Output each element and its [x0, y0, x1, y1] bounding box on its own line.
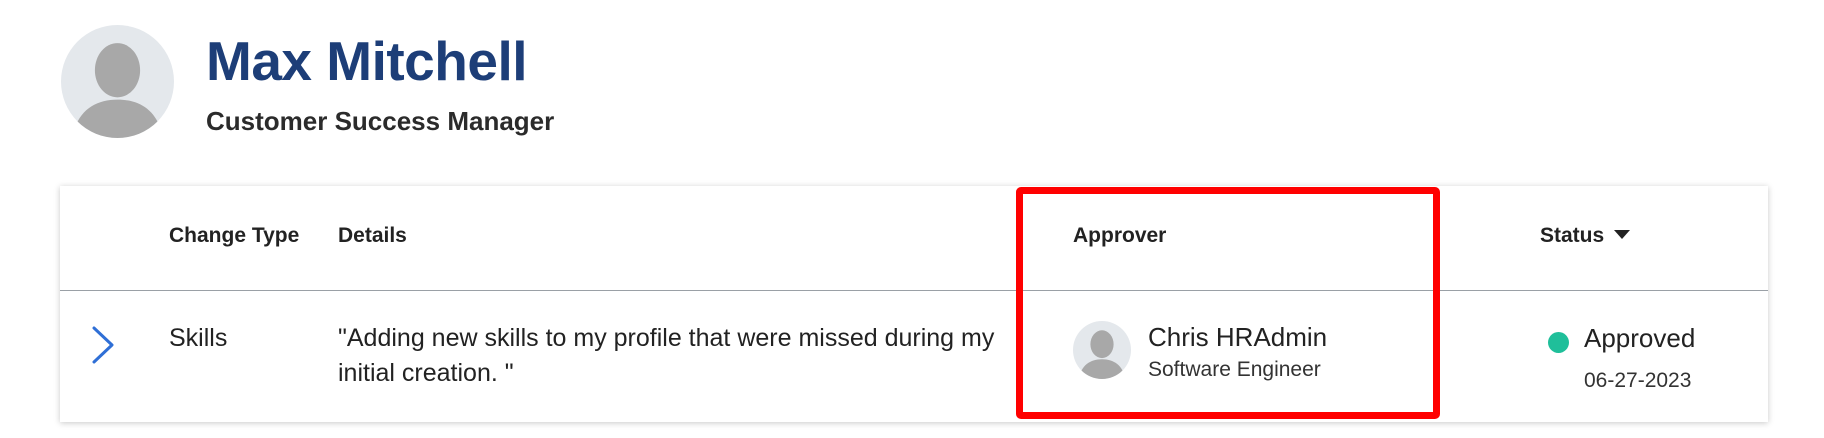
column-header-change-type: Change Type: [169, 224, 300, 247]
cell-details: "Adding new skills to my profile that we…: [338, 324, 995, 387]
approver-avatar: [1073, 321, 1131, 379]
column-header-approver: Approver: [1073, 224, 1167, 247]
header-divider: [60, 290, 1768, 291]
expand-row-button[interactable]: [88, 324, 118, 366]
status-date: 06-27-2023: [1584, 369, 1692, 392]
approver-name: Chris HRAdmin: [1148, 322, 1328, 352]
profile-name: Max Mitchell: [206, 30, 528, 92]
column-header-status[interactable]: Status: [1540, 221, 1631, 251]
profile-job-title: Customer Success Manager: [206, 106, 555, 136]
profile-avatar: [61, 25, 174, 138]
approver-job-title: Software Engineer: [1148, 358, 1321, 381]
user-silhouette-icon: [1078, 330, 1126, 379]
user-silhouette-icon: [72, 43, 163, 138]
column-header-status-label: Status: [1540, 224, 1605, 247]
status-badge: Approved: [1584, 323, 1696, 353]
column-header-details: Details: [338, 224, 407, 247]
caret-down-icon[interactable]: [1614, 230, 1631, 240]
cell-change-type: Skills: [169, 324, 228, 352]
chevron-right-icon[interactable]: [88, 324, 118, 366]
status-indicator-dot: [1548, 332, 1569, 353]
change-requests-table: Change Type Details Approver Status Skil…: [60, 186, 1768, 422]
